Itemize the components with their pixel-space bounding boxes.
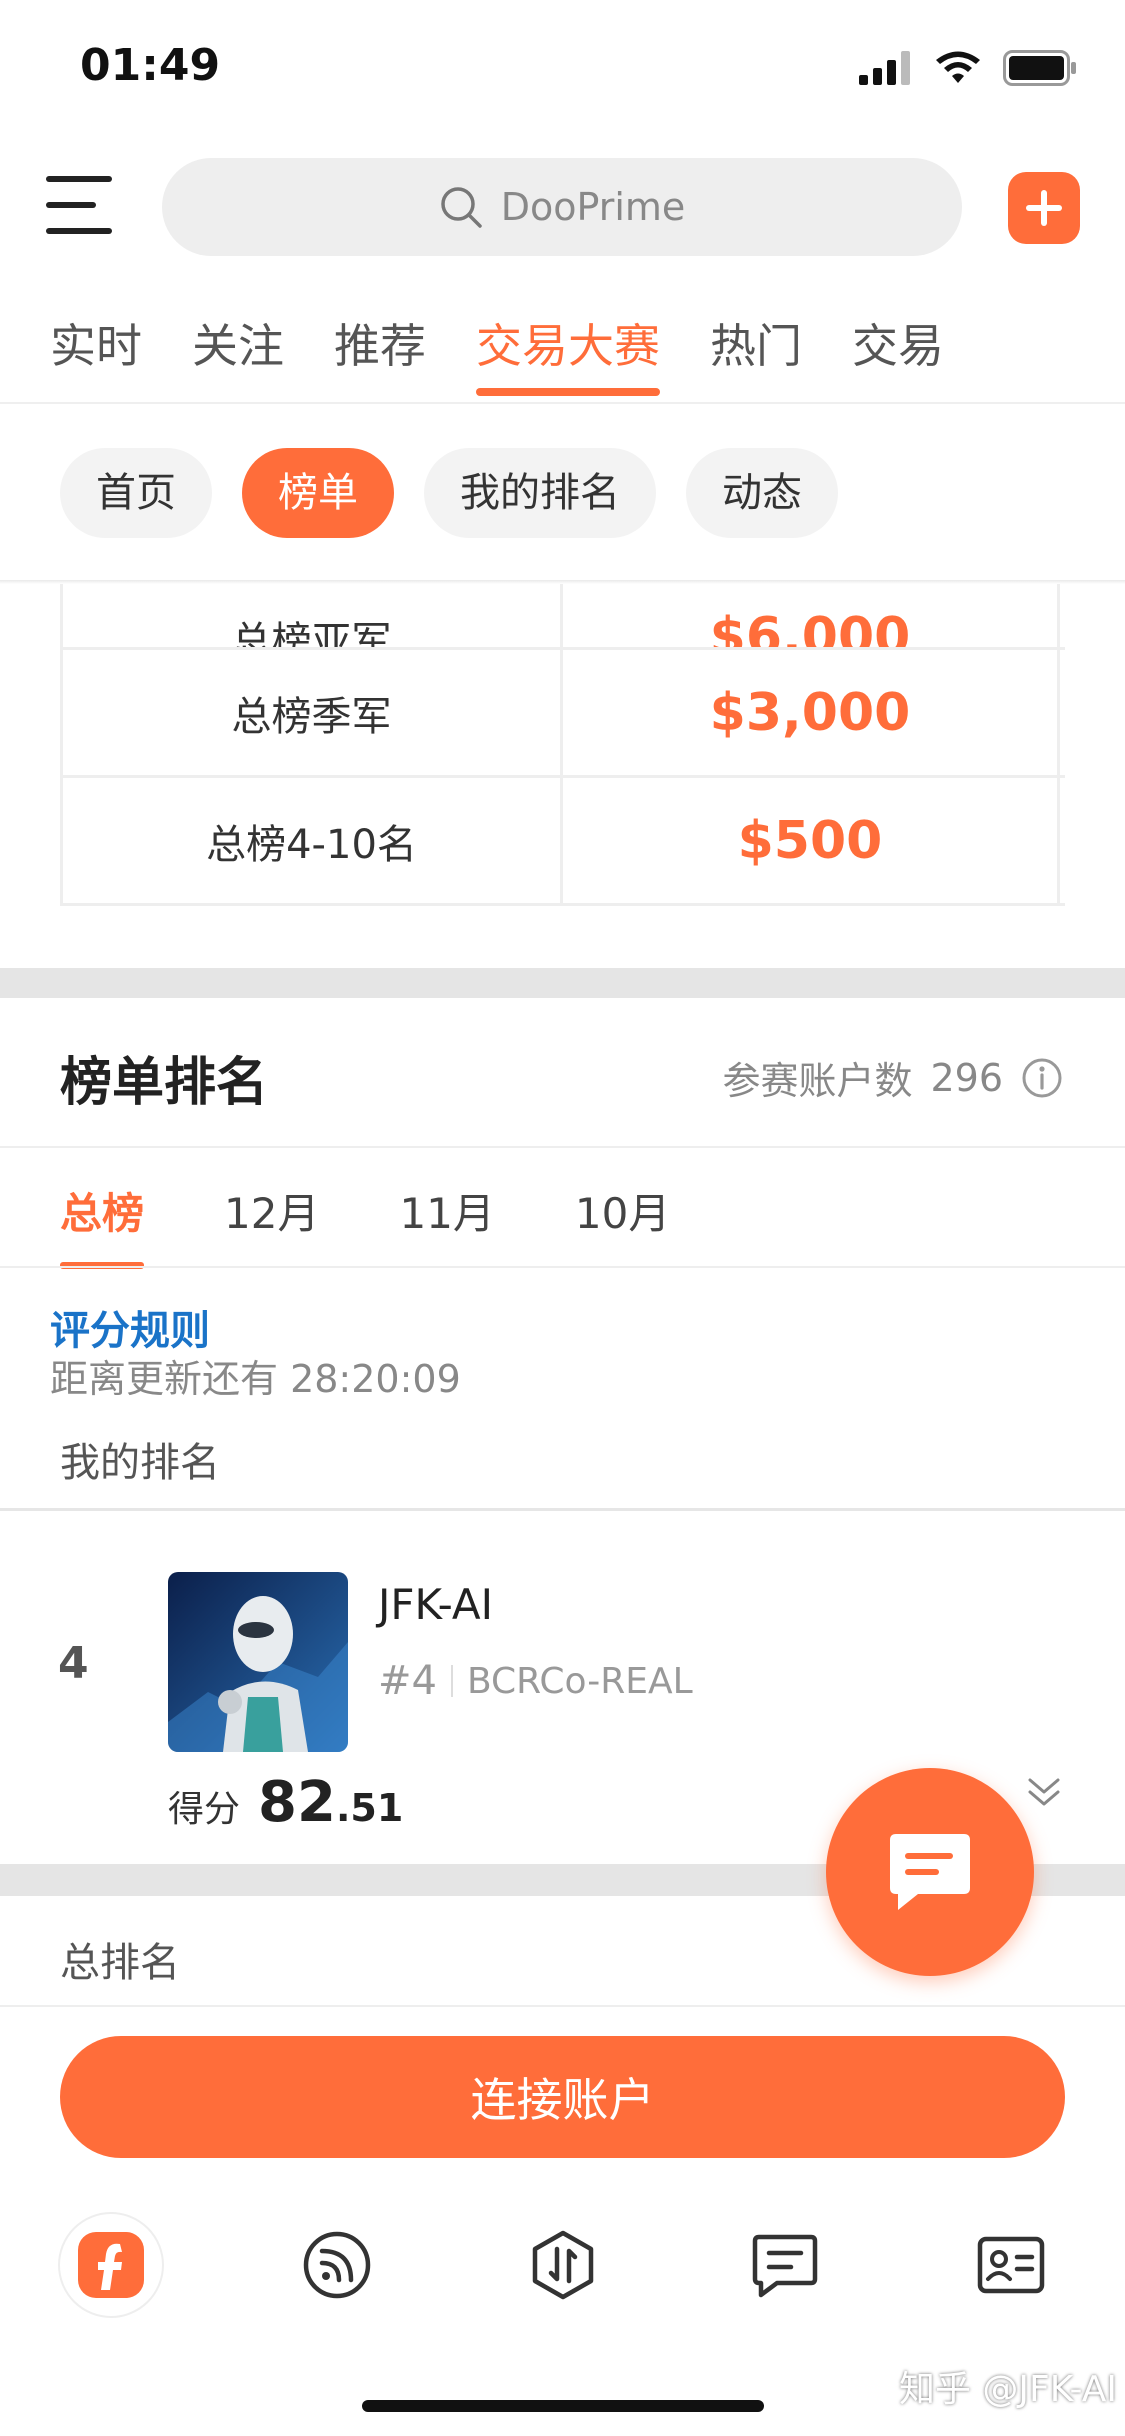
- connect-account-button[interactable]: 连接账户: [60, 2036, 1065, 2158]
- home-indicator[interactable]: [362, 2400, 764, 2412]
- entry-name[interactable]: JFK-AI: [378, 1580, 493, 1629]
- contest-sub-nav: 首页 榜单 我的排名 动态: [0, 448, 1125, 538]
- robot-avatar-image: [168, 1572, 348, 1752]
- search-input[interactable]: DooPrime: [162, 158, 962, 256]
- divider: [0, 1266, 1125, 1268]
- entry-account: BCRCo-REAL: [466, 1660, 693, 1702]
- prize-label: 总榜季军: [60, 650, 560, 775]
- add-post-button[interactable]: [1008, 172, 1080, 244]
- home-logo-icon: [58, 2212, 164, 2318]
- chip-home[interactable]: 首页: [60, 448, 212, 538]
- avatar[interactable]: [168, 1572, 348, 1752]
- prize-label: 总榜亚军: [60, 584, 560, 647]
- double-chevron-down-icon: [1028, 1778, 1060, 1806]
- profile-card-icon: [977, 2236, 1045, 2294]
- chip-activity[interactable]: 动态: [686, 448, 838, 538]
- tab-following[interactable]: 关注: [192, 300, 284, 400]
- messages-icon: [752, 2234, 818, 2298]
- entry-position: #4: [378, 1658, 437, 1704]
- tab-october[interactable]: 10月: [575, 1180, 670, 1241]
- ranking-title: 榜单排名: [60, 1053, 269, 1113]
- feed-icon: [303, 2231, 371, 2299]
- bottom-tab-bar: [0, 2210, 1125, 2360]
- entry-rank-number: 4: [58, 1638, 89, 1689]
- divider: [0, 402, 1125, 404]
- prize-label: 总榜4-10名: [60, 778, 560, 903]
- top-tabs: 实时 关注 推荐 交易大赛 热门 交易: [0, 300, 1125, 400]
- status-icons: [859, 50, 1077, 86]
- my-rank-label: 我的排名: [60, 1440, 220, 1486]
- search-placeholder: DooPrime: [500, 185, 686, 229]
- watermark: 知乎 @JFK-AI: [898, 2369, 1117, 2410]
- tab-trading-contest[interactable]: 交易大赛: [476, 300, 660, 400]
- menu-icon-line: [46, 176, 112, 182]
- tab-trade[interactable]: [508, 2210, 618, 2320]
- battery-icon: [1003, 50, 1076, 86]
- prize-amount: $6,000: [560, 584, 1060, 647]
- score-decimal: .51: [335, 1786, 404, 1830]
- plus-icon: [1026, 190, 1062, 226]
- tab-feed[interactable]: [282, 2210, 392, 2320]
- total-rank-label: 总排名: [60, 1940, 180, 1986]
- tab-profile[interactable]: [956, 2210, 1066, 2320]
- participants-value: 296: [930, 1055, 1003, 1100]
- ranking-period-tabs: 总榜 12月 11月 10月: [60, 1180, 670, 1269]
- tab-realtime[interactable]: 实时: [50, 300, 142, 400]
- tab-trading[interactable]: 交易: [852, 300, 944, 400]
- prize-table: 总榜亚军 $6,000 总榜季军 $3,000 总榜4-10名 $500: [60, 584, 1065, 906]
- prize-amount: $3,000: [560, 650, 1060, 775]
- tab-december[interactable]: 12月: [224, 1180, 319, 1241]
- menu-icon-line: [46, 228, 112, 234]
- chip-my-rank[interactable]: 我的排名: [424, 448, 656, 538]
- separator: [450, 1665, 453, 1697]
- participants-count: 参赛账户数 296: [722, 1050, 1063, 1105]
- prize-label-text: 总榜亚军: [231, 619, 392, 650]
- header: DooPrime: [0, 150, 1125, 270]
- signal-icon: [859, 51, 910, 85]
- score-label: 得分: [168, 1789, 241, 1830]
- section-divider: [0, 968, 1125, 998]
- prize-row: 总榜4-10名 $500: [60, 778, 1065, 906]
- update-countdown: 距离更新还有 28:20:09: [50, 1357, 461, 1401]
- tab-november[interactable]: 11月: [399, 1180, 494, 1241]
- tab-hot[interactable]: 热门: [710, 300, 802, 400]
- menu-button[interactable]: [46, 176, 112, 234]
- prize-amount: $500: [560, 778, 1060, 903]
- divider: [0, 1508, 1125, 1511]
- menu-icon-line: [46, 202, 96, 208]
- entry-details: #4 BCRCo-REAL: [378, 1658, 693, 1704]
- chat-bubble-icon: [890, 1834, 970, 1910]
- chip-leaderboard[interactable]: 榜单: [242, 448, 394, 538]
- info-icon[interactable]: [1021, 1057, 1063, 1099]
- trade-icon: [532, 2230, 594, 2300]
- tab-home[interactable]: [56, 2210, 166, 2320]
- tab-recommended[interactable]: 推荐: [334, 300, 426, 400]
- prize-row: 总榜亚军 $6,000: [60, 584, 1065, 650]
- score-integer: 82: [258, 1770, 336, 1835]
- chat-button[interactable]: [826, 1768, 1034, 1976]
- divider: [0, 1146, 1125, 1148]
- participants-label: 参赛账户数: [722, 1059, 913, 1103]
- entry-score: 得分 82 .51: [168, 1770, 403, 1835]
- expand-button[interactable]: [1024, 1772, 1064, 1816]
- status-bar: 01:49: [0, 0, 1125, 140]
- search-icon: [440, 187, 482, 228]
- tab-messages[interactable]: [730, 2210, 840, 2320]
- prize-row: 总榜季军 $3,000: [60, 650, 1065, 778]
- status-time: 01:49: [80, 40, 221, 91]
- tab-overall[interactable]: 总榜: [60, 1180, 145, 1269]
- prize-amount-text: $6,000: [709, 607, 911, 650]
- wifi-icon: [936, 51, 980, 83]
